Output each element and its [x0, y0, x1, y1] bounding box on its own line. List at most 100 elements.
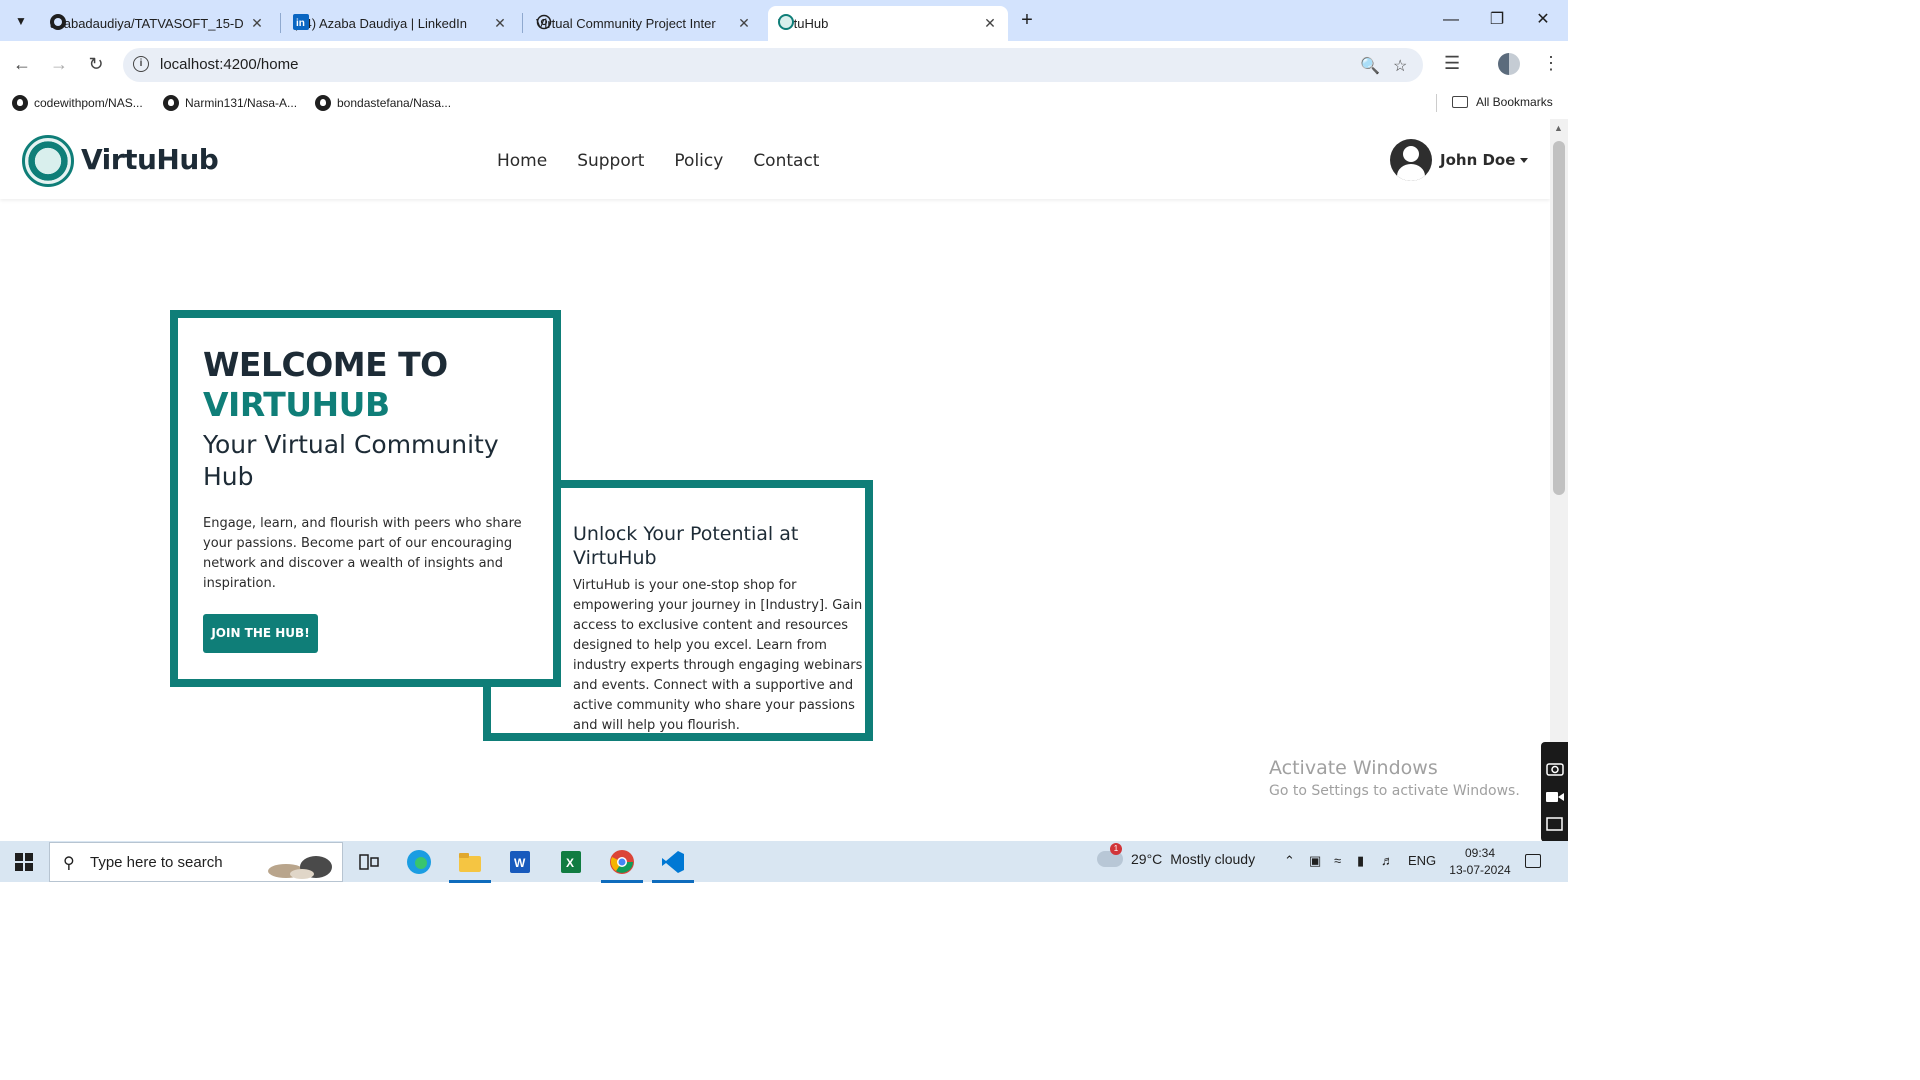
tab-virtuhub[interactable]: VirtuHub ✕ — [768, 6, 1008, 41]
file-explorer-icon[interactable] — [449, 849, 491, 883]
close-icon[interactable]: ✕ — [736, 15, 752, 32]
caret-down-icon — [1520, 157, 1529, 163]
tab-label: azabadaudiya/TATVASOFT_15-D — [50, 16, 244, 31]
hero-brand: VIRTUHUB — [203, 385, 390, 424]
battery-icon[interactable]: ▮ — [1357, 853, 1364, 869]
edge-icon[interactable] — [406, 849, 432, 875]
bookmark-separator — [1436, 94, 1437, 112]
tab-strip: ▼ azabadaudiya/TATVASOFT_15-D ✕ in (14) … — [0, 0, 1568, 41]
site-info-icon[interactable]: i — [133, 56, 149, 72]
camera-icon — [1546, 763, 1564, 776]
join-hub-button[interactable]: JOIN THE HUB! — [203, 614, 318, 653]
all-bookmarks-label: All Bookmarks — [1476, 95, 1553, 109]
pebbles-icon — [268, 856, 332, 879]
clock-time: 09:34 — [1464, 846, 1496, 860]
tab-separator — [522, 13, 523, 33]
taskbar-search-placeholder: Type here to search — [90, 854, 223, 871]
tab-linkedin[interactable]: in (14) Azaba Daudiya | LinkedIn ✕ — [283, 6, 518, 41]
window-icon — [1546, 817, 1563, 831]
watermark-title: Activate Windows — [1269, 757, 1438, 779]
excel-icon[interactable]: X — [558, 849, 584, 875]
svg-text:W: W — [514, 856, 526, 870]
tab-chatgpt[interactable]: Virtual Community Project Inter ✕ — [526, 6, 762, 41]
cloud-icon: 1 — [1097, 843, 1123, 867]
address-bar[interactable]: i localhost:4200/home 🔍 ☆ — [123, 48, 1423, 82]
site-logo-text[interactable]: VirtuHub — [81, 143, 219, 176]
tab-github[interactable]: azabadaudiya/TATVASOFT_15-D ✕ — [40, 6, 275, 41]
reload-button[interactable]: ↻ — [84, 52, 108, 76]
clock[interactable]: 09:34 13-07-2024 — [1445, 845, 1515, 879]
nav-policy[interactable]: Policy — [674, 151, 723, 171]
weather-widget[interactable]: 1 29°C Mostly cloudy — [1097, 843, 1256, 867]
bookmark-label: bondastefana/Nasa... — [337, 96, 452, 110]
bookmark-item[interactable]: bondastefana/Nasa... — [315, 95, 451, 111]
zoom-icon[interactable]: 🔍 — [1360, 56, 1380, 76]
taskbar-search[interactable]: ⚲ Type here to search — [49, 842, 343, 882]
meet-icon[interactable]: ▣ — [1309, 853, 1321, 869]
windows-taskbar: ⚲ Type here to search W X 1 29°C Mostly … — [0, 841, 1568, 883]
github-icon — [315, 95, 331, 111]
clock-date: 13-07-2024 — [1449, 863, 1511, 877]
forward-button[interactable]: → — [47, 52, 71, 76]
window-close-button[interactable]: ✕ — [1520, 6, 1566, 34]
nav-home[interactable]: Home — [497, 151, 547, 171]
svg-text:X: X — [566, 856, 574, 870]
user-menu[interactable]: John Doe — [1390, 139, 1529, 181]
watermark-subtitle: Go to Settings to activate Windows. — [1269, 783, 1520, 799]
task-view-icon[interactable] — [356, 849, 382, 875]
activate-windows-watermark: Activate Windows Go to Settings to activ… — [1269, 757, 1520, 799]
nav-support[interactable]: Support — [577, 151, 644, 171]
bookmark-star-icon[interactable]: ☆ — [1393, 56, 1407, 76]
restore-button[interactable]: ❐ — [1474, 6, 1520, 34]
info-body: VirtuHub is your one-stop shop for empow… — [573, 578, 863, 733]
profile-avatar[interactable] — [1498, 53, 1520, 75]
browser-toolbar: ← → ↻ i localhost:4200/home 🔍 ☆ ☰ ⋮ — [0, 41, 1568, 87]
chrome-icon[interactable] — [601, 849, 643, 883]
close-icon[interactable]: ✕ — [249, 15, 265, 32]
all-bookmarks[interactable]: All Bookmarks — [1452, 95, 1553, 109]
page-scrollbar[interactable]: ▲ — [1550, 119, 1568, 841]
github-icon — [12, 95, 28, 111]
hero-body: Engage, learn, and flourish with peers w… — [203, 516, 522, 591]
menu-icon[interactable]: ⋮ — [1542, 53, 1560, 74]
virtuhub-icon — [778, 14, 794, 30]
web-page: VirtuHub Home Support Policy Contact Joh… — [0, 119, 1550, 841]
new-tab-button[interactable]: + — [1014, 8, 1040, 34]
folder-icon — [1452, 96, 1468, 108]
weather-desc: Mostly cloudy — [1170, 851, 1256, 867]
nav-links: Home Support Policy Contact — [497, 151, 849, 171]
scroll-thumb[interactable] — [1553, 141, 1565, 495]
tab-search-icon[interactable]: ▼ — [8, 8, 34, 34]
bookmark-label: Narmin131/Nasa-A... — [185, 96, 298, 110]
bookmark-item[interactable]: Narmin131/Nasa-A... — [163, 95, 297, 111]
svg-text:in: in — [296, 18, 305, 29]
language-indicator[interactable]: ENG — [1408, 853, 1436, 868]
user-name: John Doe — [1440, 151, 1516, 169]
github-icon — [163, 95, 179, 111]
notification-icon[interactable] — [1525, 854, 1541, 868]
wifi-icon[interactable]: ≈ — [1334, 853, 1341, 868]
linkedin-icon: in — [293, 14, 309, 30]
globe-logo-icon[interactable] — [22, 135, 74, 187]
windows-start-icon[interactable] — [15, 853, 33, 871]
nav-contact[interactable]: Contact — [753, 151, 819, 171]
scroll-up-icon[interactable]: ▲ — [1554, 123, 1563, 133]
screen-tool-panel[interactable] — [1541, 742, 1568, 842]
site-navbar: VirtuHub Home Support Policy Contact Joh… — [0, 119, 1550, 199]
bookmark-item[interactable]: codewithpom/NAS... — [12, 95, 143, 111]
word-icon[interactable]: W — [507, 849, 533, 875]
hero-welcome: WELCOME TO — [203, 345, 448, 384]
url-text[interactable]: localhost:4200/home — [160, 56, 298, 73]
minimize-button[interactable]: — — [1428, 6, 1474, 34]
close-icon[interactable]: ✕ — [982, 15, 998, 32]
tab-label: (14) Azaba Daudiya | LinkedIn — [293, 16, 467, 31]
vscode-icon[interactable] — [652, 849, 694, 883]
volume-icon[interactable]: ♬ — [1381, 853, 1394, 868]
tab-label: Virtual Community Project Inter — [536, 16, 716, 31]
hero-subtitle: Your Virtual Community Hub — [203, 430, 499, 491]
close-icon[interactable]: ✕ — [492, 15, 508, 32]
back-button[interactable]: ← — [10, 52, 34, 76]
extensions-icon[interactable]: ☰ — [1444, 53, 1460, 74]
hero-card: WELCOME TO VIRTUHUB Your Virtual Communi… — [170, 310, 561, 687]
chevron-up-icon[interactable]: ⌃ — [1284, 853, 1295, 869]
